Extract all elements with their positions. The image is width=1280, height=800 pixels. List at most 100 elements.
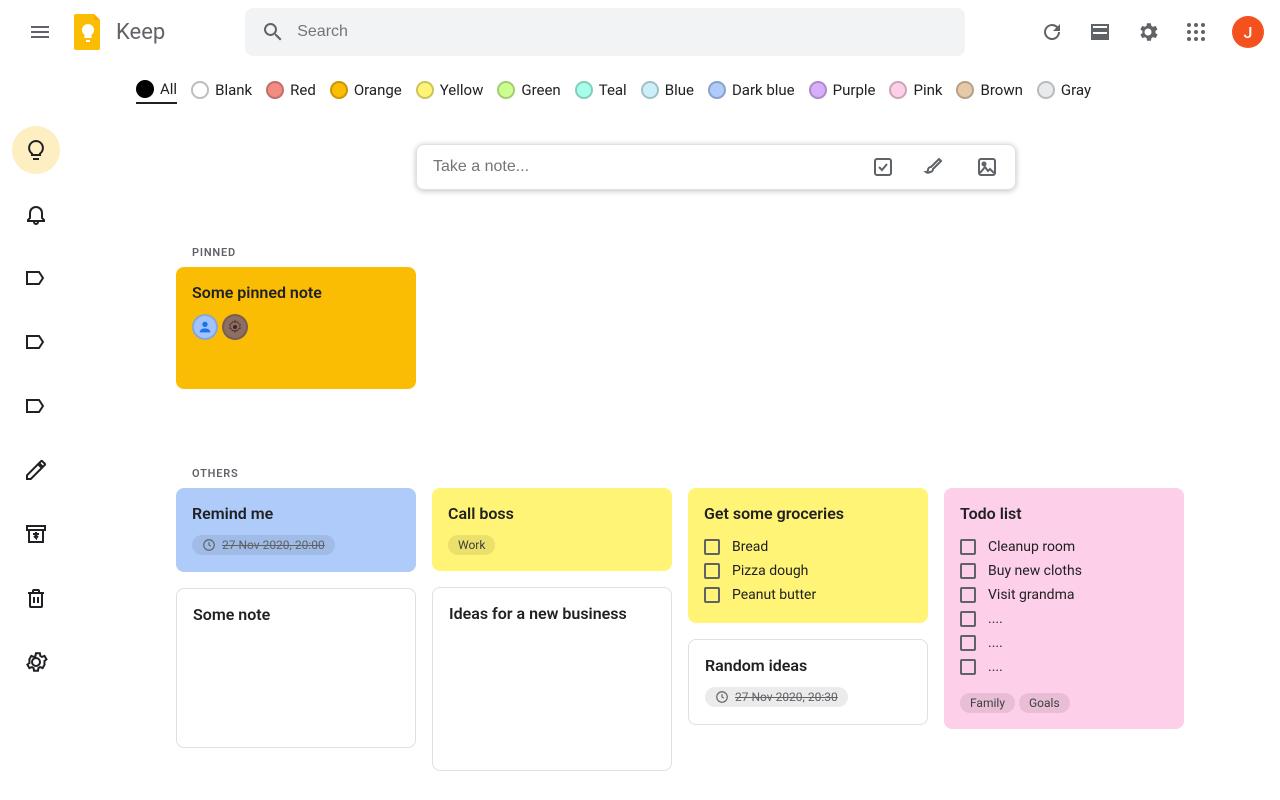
sidebar-trash[interactable]: [12, 574, 60, 622]
image-icon[interactable]: [975, 155, 999, 179]
color-filter-label: Red: [290, 81, 316, 99]
checklist-item-text: ....: [988, 659, 1003, 675]
checklist-item[interactable]: Cleanup room: [960, 535, 1168, 559]
color-filter-label: Blank: [215, 81, 252, 99]
color-filter-pink[interactable]: Pink: [889, 81, 942, 103]
note-some[interactable]: Some note: [176, 588, 416, 748]
menu-icon: [28, 20, 52, 44]
sidebar-label-1[interactable]: [12, 254, 60, 302]
color-filter-all[interactable]: All: [136, 80, 177, 104]
sidebar-label-2[interactable]: [12, 318, 60, 366]
header: Keep J: [0, 0, 1280, 64]
note-remind-me[interactable]: Remind me 27 Nov 2020, 20:00: [176, 488, 416, 572]
pinned-note[interactable]: Some pinned note: [176, 267, 416, 389]
note-groceries[interactable]: Get some groceries Bread Pizza doughPeanu…: [688, 488, 928, 623]
note-title: Remind me: [192, 504, 400, 523]
checkbox-icon[interactable]: [960, 563, 976, 579]
label-icon: [24, 266, 48, 290]
checkbox-icon[interactable]: [704, 539, 720, 555]
settings-button[interactable]: [1128, 12, 1168, 52]
color-swatch: [575, 81, 593, 99]
checkbox-icon[interactable]: [704, 563, 720, 579]
compose-note[interactable]: [416, 144, 1016, 190]
checkbox-icon[interactable]: [704, 587, 720, 603]
brush-icon[interactable]: [923, 155, 947, 179]
apps-button[interactable]: [1176, 12, 1216, 52]
list-view-button[interactable]: [1080, 12, 1120, 52]
color-swatch: [136, 80, 154, 98]
gear-icon: [227, 319, 243, 335]
apps-icon: [1184, 20, 1208, 44]
color-filter-blue[interactable]: Blue: [641, 81, 694, 103]
checkbox-icon[interactable]: [960, 587, 976, 603]
collaborator-avatar[interactable]: [192, 314, 218, 340]
color-filter-green[interactable]: Green: [497, 81, 560, 103]
checklist: Cleanup room Buy new cloths Visit grandma.…: [960, 535, 1168, 679]
refresh-icon: [1040, 20, 1064, 44]
note-ideas[interactable]: Ideas for a new business: [432, 587, 672, 771]
color-filter-label: Orange: [354, 81, 402, 99]
sidebar-edit-labels[interactable]: [12, 446, 60, 494]
checkbox-icon[interactable]: [960, 539, 976, 555]
pencil-icon: [24, 458, 48, 482]
checklist-item[interactable]: Visit grandma: [960, 583, 1168, 607]
color-filter-teal[interactable]: Teal: [575, 81, 627, 103]
color-filter-label: Blue: [665, 81, 694, 99]
color-filter-orange[interactable]: Orange: [330, 81, 402, 103]
sidebar-settings[interactable]: [12, 638, 60, 686]
checklist-item[interactable]: ....: [960, 655, 1168, 679]
color-filter-red[interactable]: Red: [266, 81, 316, 103]
checkbox-icon[interactable]: [960, 635, 976, 651]
grid-column: Call boss Work Ideas for a new business: [432, 488, 672, 771]
reminder-chip[interactable]: 27 Nov 2020, 20:30: [705, 687, 848, 707]
color-filter-blank[interactable]: Blank: [191, 81, 252, 103]
tag-chip[interactable]: Goals: [1019, 693, 1070, 713]
color-filter-purple[interactable]: Purple: [809, 81, 876, 103]
checklist-item-text: Cleanup room: [988, 539, 1075, 555]
color-filter-yellow[interactable]: Yellow: [416, 81, 484, 103]
sidebar-notes[interactable]: [12, 126, 60, 174]
sidebar-label-3[interactable]: [12, 382, 60, 430]
color-filter-brown[interactable]: Brown: [956, 81, 1022, 103]
account-avatar[interactable]: J: [1232, 16, 1264, 48]
collaborator-avatar[interactable]: [222, 314, 248, 340]
color-filter-label: Pink: [913, 81, 942, 99]
note-call-boss[interactable]: Call boss Work: [432, 488, 672, 571]
checkbox-icon[interactable]: [960, 611, 976, 627]
note-title: Get some groceries: [704, 504, 912, 523]
checklist-item[interactable]: ....: [960, 631, 1168, 655]
compose-input[interactable]: [433, 158, 871, 176]
checklist-item[interactable]: Buy new cloths: [960, 559, 1168, 583]
checkbox-icon[interactable]: [960, 659, 976, 675]
color-filter-label: Purple: [833, 81, 876, 99]
checklist-item-text: Bread: [732, 539, 768, 555]
sidebar-reminders[interactable]: [12, 190, 60, 238]
tag-chip[interactable]: Work: [448, 535, 495, 555]
color-filter-dark-blue[interactable]: Dark blue: [708, 81, 795, 103]
pinned-label: PINNED: [192, 246, 1256, 259]
app-name: Keep: [116, 20, 165, 45]
checkbox-icon[interactable]: [871, 155, 895, 179]
gear-icon: [24, 650, 48, 674]
color-filter-label: All: [160, 80, 177, 98]
checklist-item[interactable]: ....: [960, 607, 1168, 631]
note-title: Call boss: [448, 504, 656, 523]
refresh-button[interactable]: [1032, 12, 1072, 52]
note-random[interactable]: Random ideas 27 Nov 2020, 20:30: [688, 639, 928, 725]
checklist-item-text: ....: [988, 635, 1003, 651]
checklist-item[interactable]: Bread: [704, 535, 912, 559]
keep-logo: [68, 12, 108, 52]
reminder-text: 27 Nov 2020, 20:00: [222, 538, 325, 552]
checklist-item[interactable]: Pizza dough: [704, 559, 912, 583]
checklist-item-text: Visit grandma: [988, 587, 1074, 603]
color-filter-gray[interactable]: Gray: [1037, 81, 1091, 103]
menu-button[interactable]: [16, 8, 64, 56]
checklist-item[interactable]: Peanut butter: [704, 583, 912, 607]
search-box[interactable]: [245, 8, 965, 56]
note-title: Some pinned note: [192, 283, 400, 302]
sidebar-archive[interactable]: [12, 510, 60, 558]
note-todo[interactable]: Todo list Cleanup roomBuy new clothsVisi…: [944, 488, 1184, 729]
tag-chip[interactable]: Family: [960, 693, 1015, 713]
search-input[interactable]: [297, 23, 949, 41]
reminder-chip[interactable]: 27 Nov 2020, 20:00: [192, 535, 335, 555]
